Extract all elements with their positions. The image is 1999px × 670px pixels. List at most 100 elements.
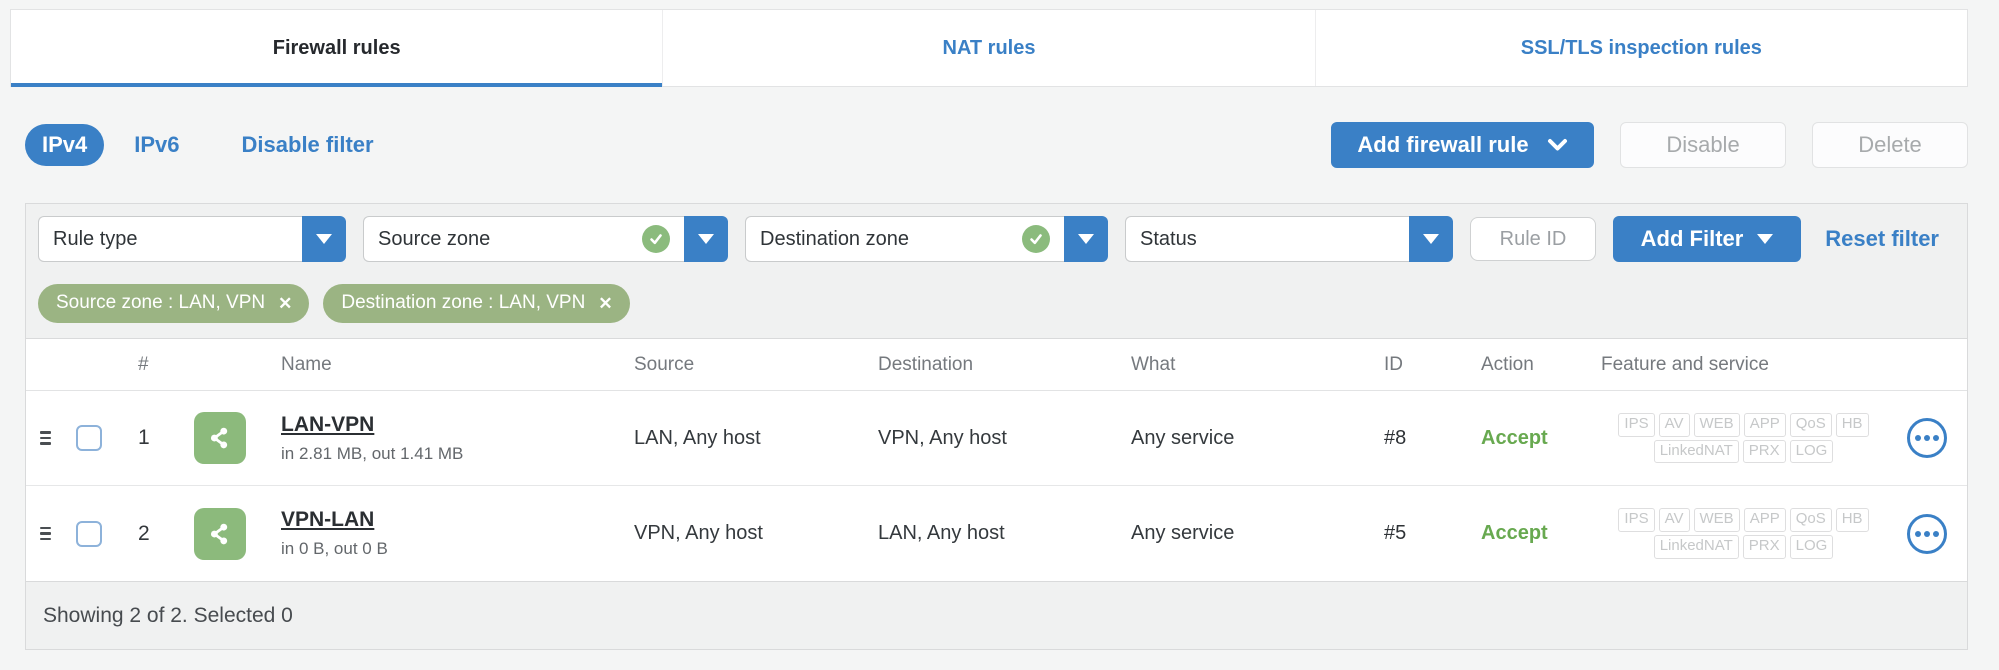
filter-bar: Rule type Source zone Destination zone S… [26, 204, 1967, 262]
tab-label: Firewall rules [272, 36, 401, 59]
filter-select-field: Status [1125, 216, 1409, 262]
rule-action: Accept [1481, 426, 1548, 449]
ellipsis-dot [1932, 530, 1939, 537]
filter-chip-source-zone[interactable]: Source zone : LAN, VPN ✕ [38, 284, 310, 323]
rule-action: Accept [1481, 522, 1548, 544]
tab-firewall-rules[interactable]: Firewall rules [11, 10, 664, 87]
rule-what: Any service [1131, 426, 1235, 449]
tab-label: SSL/TLS inspection rules [1520, 36, 1762, 59]
badges-line-2: LinkedNAT PRX LOG [1601, 535, 1886, 559]
feature-badge: WEB [1693, 412, 1740, 437]
ellipsis-dot [1932, 435, 1939, 441]
header-action: Action [1481, 353, 1534, 375]
row-checkbox[interactable] [76, 425, 102, 451]
firewall-rule-row: 2 VPN-LAN in 0 B, out 0 B VPN, Any host … [26, 486, 1967, 581]
rule-traffic-stats: in 0 B, out 0 B [281, 539, 388, 558]
reset-filter-link[interactable]: Reset filter [1825, 226, 1939, 252]
table-header-row: # Name Source Destination What ID Action… [26, 339, 1967, 391]
filter-applied-check-icon [642, 225, 670, 253]
filter-chip-label: Source zone : LAN, VPN [56, 292, 266, 313]
filter-chip-destination-zone[interactable]: Destination zone : LAN, VPN ✕ [323, 284, 630, 323]
ellipsis-dot [1914, 435, 1921, 441]
chevron-down-icon [698, 234, 714, 244]
feature-badge: WEB [1693, 508, 1740, 532]
rule-traffic-stats: in 2.81 MB, out 1.41 MB [281, 443, 464, 463]
add-firewall-rule-button[interactable]: Add firewall rule [1331, 122, 1594, 168]
dropdown-arrow-button[interactable] [302, 216, 346, 262]
filter-chip-label: Destination zone : LAN, VPN [341, 292, 586, 313]
rule-destination: VPN, Any host [878, 426, 1007, 449]
ellipsis-dot [1914, 530, 1921, 537]
filter-select-rule-type[interactable]: Rule type [38, 216, 346, 262]
filter-select-destination-zone[interactable]: Destination zone [745, 216, 1108, 262]
disable-button[interactable]: Disable [1620, 122, 1786, 168]
drag-handle-icon[interactable] [40, 431, 66, 445]
ipv4-toggle[interactable]: IPv4 [25, 124, 105, 166]
badges-line-2: LinkedNAT PRX LOG [1601, 439, 1886, 464]
rule-what: Any service [1131, 522, 1235, 544]
add-firewall-rule-label: Add firewall rule [1357, 132, 1529, 157]
feature-badge: IPS [1618, 508, 1655, 532]
feature-badge: PRX [1742, 535, 1786, 559]
rule-name-link[interactable]: VPN-LAN [281, 508, 374, 532]
feature-badge: LOG [1789, 535, 1834, 559]
header-feature-and-service: Feature and service [1601, 353, 1769, 375]
feature-badges: IPS AV WEB APP QoS HB LinkedNAT PRX LOG [1601, 508, 1886, 559]
toolbar: IPv4 IPv6 Disable filter Add firewall ru… [25, 120, 1968, 170]
disable-filter-link[interactable]: Disable filter [242, 132, 374, 158]
delete-button[interactable]: Delete [1812, 122, 1968, 168]
feature-badge: QoS [1789, 508, 1832, 532]
badges-line-1: IPS AV WEB APP QoS HB [1601, 508, 1886, 532]
remove-chip-icon[interactable]: ✕ [278, 295, 292, 312]
firewall-rules-panel: Rule type Source zone Destination zone S… [25, 203, 1968, 650]
row-checkbox[interactable] [76, 520, 102, 547]
feature-badge: HB [1835, 412, 1869, 437]
rule-id: #5 [1384, 522, 1407, 544]
feature-badge: APP [1743, 508, 1786, 532]
rule-id: #8 [1384, 426, 1407, 449]
rule-number: 1 [138, 426, 150, 449]
tab-ssl-tls-inspection-rules[interactable]: SSL/TLS inspection rules [1316, 10, 1967, 86]
row-menu-button[interactable] [1906, 418, 1947, 458]
toolbar-actions: Add firewall rule Disable Delete [1331, 122, 1968, 168]
dropdown-arrow-button[interactable] [1064, 216, 1108, 262]
rules-table-body: 1 LAN-VPN in 2.81 MB, out 1.41 MB LAN, A… [26, 391, 1967, 581]
filter-select-field: Destination zone [745, 216, 1064, 262]
filter-select-label: Status [1140, 227, 1197, 250]
feature-badge: LinkedNAT [1653, 535, 1739, 559]
filter-select-status[interactable]: Status [1125, 216, 1453, 262]
tab-nat-rules[interactable]: NAT rules [663, 10, 1316, 86]
header-number: # [138, 353, 149, 375]
dropdown-arrow-button[interactable] [684, 216, 728, 262]
feature-badge: LOG [1789, 439, 1834, 464]
filter-select-field: Source zone [363, 216, 684, 262]
rule-source: LAN, Any host [634, 426, 761, 449]
tab-bar: Firewall rules NAT rules SSL/TLS inspect… [10, 9, 1968, 87]
rule-name-link[interactable]: LAN-VPN [281, 413, 374, 437]
filter-select-source-zone[interactable]: Source zone [363, 216, 728, 262]
feature-badge: AV [1658, 508, 1690, 532]
feature-badge: IPS [1618, 412, 1655, 437]
filter-select-label: Rule type [53, 227, 138, 250]
firewall-rules-table: # Name Source Destination What ID Action… [26, 338, 1967, 581]
add-filter-button[interactable]: Add Filter [1613, 216, 1801, 262]
feature-badge: PRX [1742, 439, 1786, 464]
remove-chip-icon[interactable]: ✕ [598, 295, 612, 312]
header-id: ID [1384, 353, 1403, 375]
firewall-rule-row: 1 LAN-VPN in 2.81 MB, out 1.41 MB LAN, A… [26, 391, 1967, 486]
drag-handle-icon[interactable] [40, 526, 66, 541]
dropdown-arrow-button[interactable] [1409, 216, 1453, 262]
rule-destination: LAN, Any host [878, 522, 1005, 544]
badges-line-1: IPS AV WEB APP QoS HB [1601, 412, 1886, 437]
row-menu-button[interactable] [1906, 513, 1947, 554]
tab-label: NAT rules [942, 36, 1036, 59]
add-filter-label: Add Filter [1640, 226, 1744, 251]
feature-badge: QoS [1789, 412, 1832, 437]
rule-id-input[interactable] [1470, 217, 1596, 261]
rule-number: 2 [138, 521, 150, 545]
rule-source: VPN, Any host [634, 522, 763, 544]
ipv6-toggle[interactable]: IPv6 [134, 132, 179, 158]
filter-applied-check-icon [1022, 225, 1050, 253]
share-icon [194, 412, 246, 464]
feature-badges: IPS AV WEB APP QoS HB LinkedNAT PRX LOG [1601, 412, 1886, 464]
